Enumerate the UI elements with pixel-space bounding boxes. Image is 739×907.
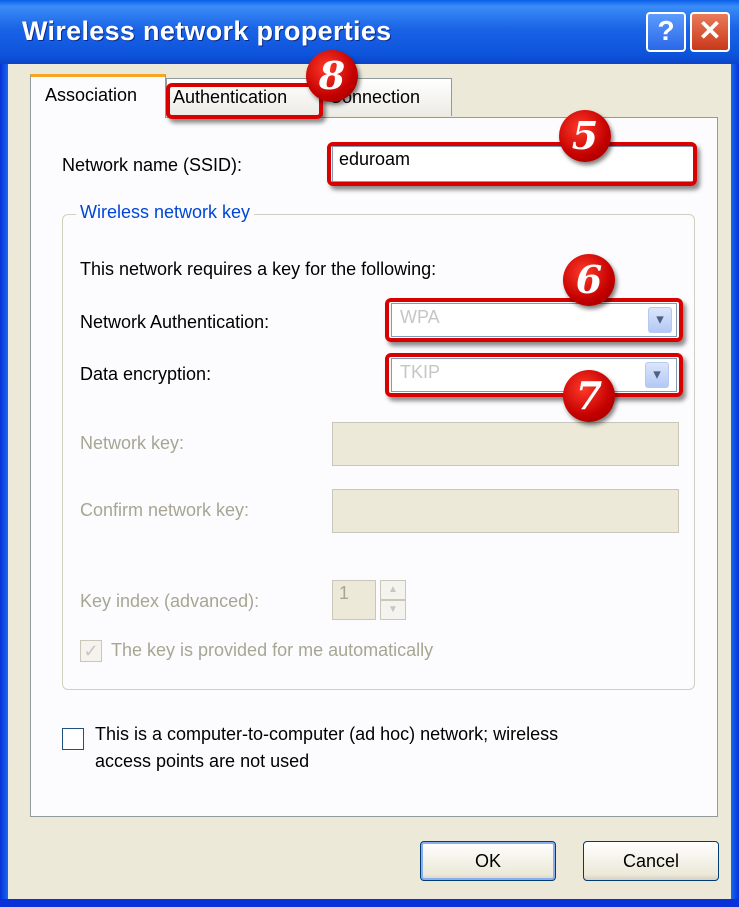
ok-button[interactable]: OK <box>420 841 556 881</box>
tab-association[interactable]: Association <box>30 74 166 118</box>
key-requirement-text: This network requires a key for the foll… <box>80 259 437 279</box>
auth-tab-highlight <box>166 83 323 119</box>
network-key-label: Network key: <box>80 433 185 453</box>
window-frame-left <box>0 0 8 907</box>
auto-key-label: The key is provided for me automatically <box>111 640 434 660</box>
auto-key-checkbox[interactable]: ✓ <box>80 640 102 662</box>
title-bar[interactable]: Wireless network properties ? ✕ <box>0 0 739 64</box>
step-marker-5: 5 <box>559 110 611 162</box>
window-frame-right <box>731 0 739 907</box>
data-encryption-label: Data encryption: <box>80 364 212 384</box>
network-key-input[interactable] <box>332 422 679 466</box>
help-button[interactable]: ? <box>646 12 686 52</box>
window-title: Wireless network properties <box>22 16 392 46</box>
network-authentication-label: Network Authentication: <box>80 312 270 332</box>
window-frame-bottom <box>0 899 739 907</box>
encryption-highlight <box>385 353 683 397</box>
step-marker-6: 6 <box>563 254 615 306</box>
wireless-key-group-title: Wireless network key <box>76 202 255 223</box>
confirm-network-key-label: Confirm network key: <box>80 500 250 520</box>
adhoc-label-line1: This is a computer-to-computer (ad hoc) … <box>95 724 559 744</box>
adhoc-checkbox[interactable] <box>62 728 84 750</box>
close-button[interactable]: ✕ <box>690 12 730 52</box>
adhoc-label-line2: access points are not used <box>95 751 310 771</box>
key-index-label: Key index (advanced): <box>80 591 260 611</box>
ssid-label: Network name (SSID): <box>62 155 243 175</box>
cancel-button[interactable]: Cancel <box>583 841 719 881</box>
step-marker-8: 8 <box>306 50 358 102</box>
confirm-network-key-input[interactable] <box>332 489 679 533</box>
spin-up-icon[interactable]: ▲ <box>380 580 406 600</box>
key-index-input[interactable]: 1 <box>332 580 376 620</box>
ssid-highlight <box>327 142 697 186</box>
spin-down-icon[interactable]: ▼ <box>380 600 406 620</box>
auth-highlight <box>385 298 683 342</box>
step-marker-7: 7 <box>563 370 615 422</box>
